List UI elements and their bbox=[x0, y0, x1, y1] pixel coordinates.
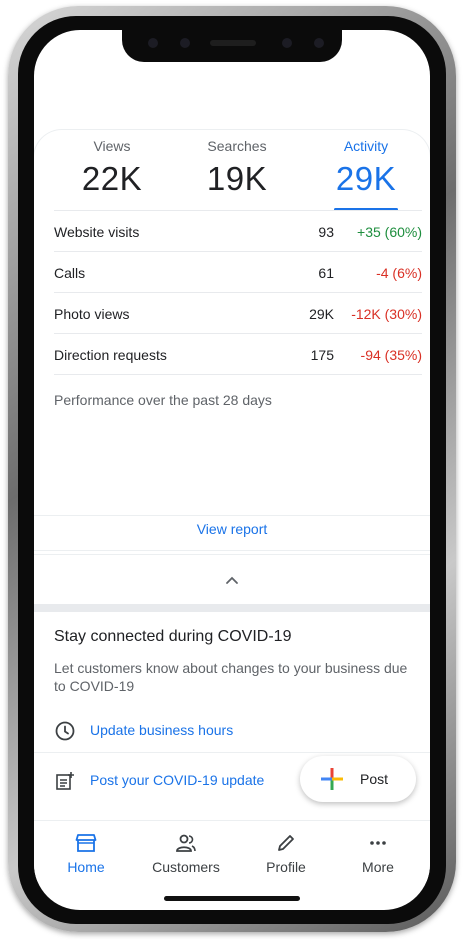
covid-divider bbox=[34, 752, 430, 753]
metric-name: Direction requests bbox=[54, 347, 167, 363]
metric-value: 175 bbox=[310, 347, 334, 363]
clock-icon bbox=[55, 721, 75, 741]
view-report-link[interactable]: View report bbox=[34, 521, 430, 537]
nav-label: Home bbox=[67, 859, 105, 875]
post-fab-button[interactable]: Post bbox=[300, 756, 416, 802]
nav-item-home[interactable]: Home bbox=[46, 833, 126, 875]
view-report-divider bbox=[34, 554, 430, 555]
nav-label: Customers bbox=[152, 859, 220, 875]
nav-label: Profile bbox=[266, 859, 306, 875]
people-icon bbox=[176, 834, 196, 852]
nav-item-more[interactable]: More bbox=[338, 833, 418, 875]
metric-row-calls: Calls 61 -4 (6%) bbox=[54, 251, 422, 293]
section-separator bbox=[34, 604, 430, 612]
pencil-icon bbox=[278, 835, 294, 851]
nav-item-customers[interactable]: Customers bbox=[146, 833, 226, 875]
covid-section-title: Stay connected during COVID-19 bbox=[54, 628, 292, 645]
stat-value: 19K bbox=[206, 160, 268, 197]
covid-section-description: Let customers know about changes to your… bbox=[54, 660, 408, 694]
stat-label: Views bbox=[93, 138, 131, 154]
bottom-navigation: Home Customers Profile More bbox=[34, 820, 430, 881]
nav-label: More bbox=[362, 859, 394, 875]
metric-row-website-visits: Website visits 93 +35 (60%) bbox=[54, 210, 422, 252]
post-covid-update-label: Post your COVID-19 update bbox=[90, 772, 265, 788]
metric-name: Website visits bbox=[54, 224, 140, 240]
metric-name: Photo views bbox=[54, 306, 130, 322]
metrics-divider bbox=[54, 374, 422, 375]
card-divider bbox=[34, 515, 430, 516]
stat-value: 22K bbox=[81, 160, 143, 197]
performance-note: Performance over the past 28 days bbox=[54, 392, 272, 408]
more-horizontal-icon bbox=[370, 841, 386, 845]
chevron-up-icon[interactable] bbox=[222, 570, 242, 590]
speaker-grille bbox=[210, 40, 256, 46]
app-screen: Views 22K Searches 19K Activity 29K Webs… bbox=[34, 30, 430, 910]
stat-label: Activity bbox=[343, 138, 389, 154]
post-fab-label: Post bbox=[360, 771, 389, 787]
sensor-icon bbox=[282, 38, 292, 48]
phone-notch bbox=[122, 26, 342, 62]
home-indicator[interactable] bbox=[164, 896, 300, 901]
metric-value: 29K bbox=[309, 306, 334, 322]
plus-multicolor-icon bbox=[321, 768, 343, 790]
metric-change: -4 (6%) bbox=[376, 265, 422, 281]
post-add-icon bbox=[56, 772, 74, 790]
stat-value: 29K bbox=[335, 160, 397, 197]
storefront-icon bbox=[75, 834, 97, 852]
stat-views[interactable]: Views 22K bbox=[72, 138, 152, 198]
nav-item-profile[interactable]: Profile bbox=[246, 833, 326, 875]
stat-activity[interactable]: Activity 29K bbox=[326, 138, 406, 198]
metric-change: -12K (30%) bbox=[351, 306, 422, 322]
metric-change: -94 (35%) bbox=[360, 347, 422, 363]
sensor-icon bbox=[180, 38, 190, 48]
metric-name: Calls bbox=[54, 265, 86, 281]
metric-value: 61 bbox=[318, 265, 334, 281]
front-camera-icon bbox=[314, 38, 324, 48]
stat-label: Searches bbox=[207, 138, 267, 154]
metric-row-photo-views: Photo views 29K -12K (30%) bbox=[54, 292, 422, 334]
metric-value: 93 bbox=[318, 224, 334, 240]
update-business-hours-label: Update business hours bbox=[90, 722, 234, 738]
sensor-icon bbox=[148, 38, 158, 48]
metric-row-direction-requests: Direction requests 175 -94 (35%) bbox=[54, 333, 422, 375]
stat-searches[interactable]: Searches 19K bbox=[192, 138, 282, 198]
metric-change: +35 (60%) bbox=[357, 224, 422, 240]
